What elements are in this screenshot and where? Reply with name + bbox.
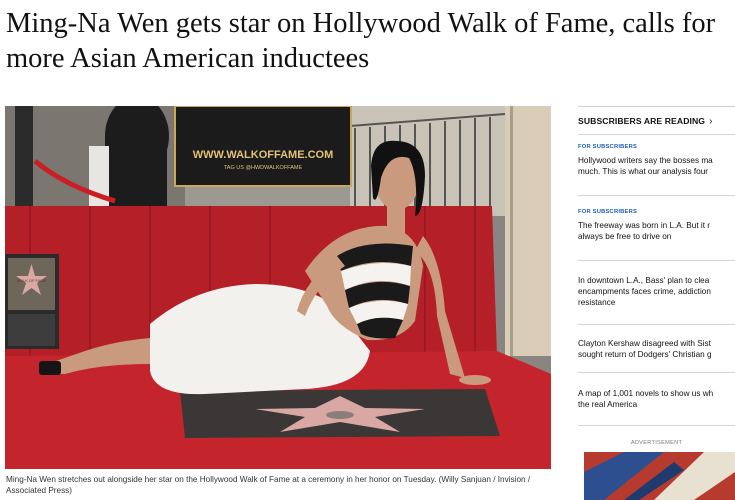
story-title-line: Clayton Kershaw disagreed with Sist xyxy=(578,339,711,348)
sidebar-divider xyxy=(578,260,735,261)
story-title-line: sought return of Dodgers' Christian g xyxy=(578,350,712,359)
story-title-line: In downtown L.A., Bass' plan to clea xyxy=(578,276,710,285)
story-kicker: FOR SUBSCRIBERS xyxy=(578,209,638,215)
story-title-line: The freeway was born in L.A. But it r xyxy=(578,221,710,230)
story-title-line: always be free to drive on xyxy=(578,232,672,241)
sidebar-story-5[interactable]: A map of 1,001 novels to show us wh the … xyxy=(578,388,735,410)
sidebar-divider xyxy=(578,195,735,196)
sidebar-heading-text: SUBSCRIBERS ARE READING xyxy=(578,116,706,126)
sidebar-story-3[interactable]: In downtown L.A., Bass' plan to clea enc… xyxy=(578,275,735,308)
sign-url-text: WWW.WALKOFFAME.COM xyxy=(193,149,334,161)
story-title-line: much. This is what our analysis four xyxy=(578,167,708,176)
photo-caption: Ming-Na Wen stretches out alongside her … xyxy=(6,475,531,495)
article-headline: Ming-Na Wen gets star on Hollywood Walk … xyxy=(6,6,735,76)
sidebar-divider xyxy=(578,425,735,426)
sidebar-divider xyxy=(578,372,735,373)
photo-illustration: WWW.WALKOFFAME.COM TAG US @HWDWALKOFFAME… xyxy=(5,106,551,469)
story-title-line: resistance xyxy=(578,298,616,307)
sidebar-divider xyxy=(578,134,735,135)
advertisement-label: ADVERTISEMENT xyxy=(630,440,683,446)
sidebar-heading-link[interactable]: SUBSCRIBERS ARE READING › xyxy=(578,116,713,127)
story-kicker: FOR SUBSCRIBERS xyxy=(578,144,638,150)
advertisement-slot[interactable] xyxy=(584,452,735,500)
story-title-line: Hollywood writers say the bosses ma xyxy=(578,156,713,165)
walk-of-fame-sign xyxy=(174,106,352,187)
article-photo[interactable]: WWW.WALKOFFAME.COM TAG US @HWDWALKOFFAME… xyxy=(5,106,551,469)
story-title-line: the real America xyxy=(578,400,638,409)
sidebar-divider xyxy=(578,324,735,325)
headline-line-1: Ming-Na Wen gets star on Hollywood Walk … xyxy=(6,8,716,39)
sidebar-story-4[interactable]: Clayton Kershaw disagreed with Sist soug… xyxy=(578,338,735,360)
plaque-text: WALK OF FAME xyxy=(17,278,47,283)
sidebar-story-2[interactable]: FOR SUBSCRIBERS The freeway was born in … xyxy=(578,209,735,242)
chevron-right-icon: › xyxy=(709,116,713,127)
headline-line-2: more Asian American inductees xyxy=(6,43,370,74)
sidebar-story-1[interactable]: FOR SUBSCRIBERS Hollywood writers say th… xyxy=(578,144,735,177)
sidebar-top-rule xyxy=(578,106,735,107)
sign-tag-text: TAG US @HWDWALKOFFAME xyxy=(224,165,303,171)
story-title-line: encampments faces crime, addiction xyxy=(578,287,711,296)
ad-image xyxy=(584,452,735,500)
story-title-line: A map of 1,001 novels to show us wh xyxy=(578,389,714,398)
subscribers-reading-sidebar: SUBSCRIBERS ARE READING › FOR SUBSCRIBERS… xyxy=(578,106,735,500)
